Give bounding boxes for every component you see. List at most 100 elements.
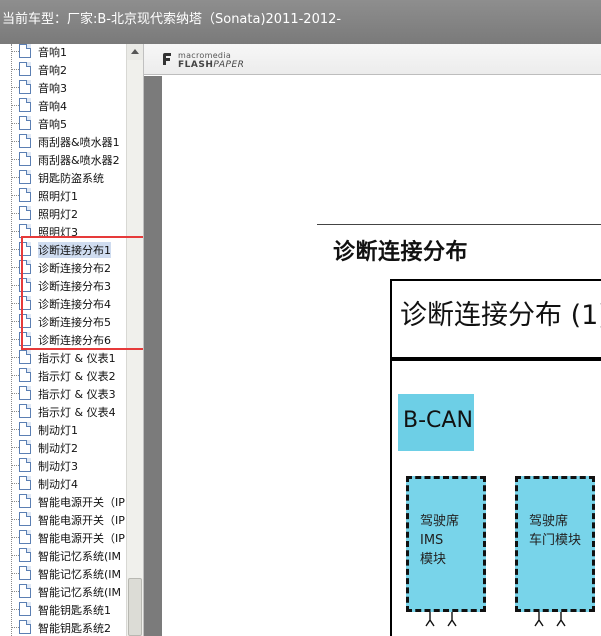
tree-branch-line (12, 537, 19, 538)
document-icon (19, 98, 31, 112)
tree-item[interactable]: 音响1 (0, 44, 126, 60)
tree-item[interactable]: 智能电源开关（IP (0, 492, 126, 510)
document-icon (19, 476, 31, 490)
window-title-bar: 当前车型：厂家:B-北京现代索纳塔（Sonata)2011-2012- (0, 0, 601, 44)
macromedia-label: macromedia (178, 51, 232, 60)
scroll-up-arrow-icon[interactable] (127, 44, 143, 60)
document-icon (19, 224, 31, 238)
module-driver-door: 驾驶席 车门模块 (515, 476, 595, 612)
tree-item[interactable]: 指示灯 & 仪表3 (0, 384, 126, 402)
tree-branch-line (12, 51, 19, 52)
tree-item[interactable]: 诊断连接分布6 (0, 330, 126, 348)
module-line: 车门模块 (529, 533, 582, 548)
tree-item[interactable]: 指示灯 & 仪表4 (0, 402, 126, 420)
document-icon (19, 332, 31, 346)
tree-item-label: 诊断连接分布1 (38, 242, 111, 258)
document-icon (19, 278, 31, 292)
slide-title-rule (392, 357, 601, 361)
tree-item[interactable]: 音响4 (0, 96, 126, 114)
tree-item-label: 智能电源开关（IP (38, 514, 125, 527)
tree-item[interactable]: 音响2 (0, 60, 126, 78)
tree-branch-line (12, 177, 19, 178)
tree-item-label: 指示灯 & 仪表1 (38, 352, 116, 365)
tree-item-label: 音响2 (38, 64, 67, 77)
document-icon (19, 458, 31, 472)
tree-item[interactable]: 音响3 (0, 78, 126, 96)
tree-branch-line (12, 321, 19, 322)
tree-branch-line (12, 411, 19, 412)
tree-branch-line (12, 375, 19, 376)
connector-symbol-icon (425, 612, 457, 627)
tree-item[interactable]: 制动灯4 (0, 474, 126, 492)
connector-symbol-icon (534, 612, 566, 627)
scrollbar-thumb[interactable] (128, 578, 142, 636)
tree-item-label: 制动灯2 (38, 442, 78, 455)
tree-item[interactable]: 制动灯1 (0, 420, 126, 438)
tree-item[interactable]: 钥匙防盗系统 (0, 168, 126, 186)
b-can-label: B-CAN (403, 408, 473, 433)
tree-item-label: 诊断连接分布4 (38, 298, 111, 311)
tree-item[interactable]: 制动灯2 (0, 438, 126, 456)
b-can-bus-box: B-CAN (398, 394, 474, 451)
tree-branch-line (12, 249, 19, 250)
tree-item-label: 智能记忆系统(IM (38, 550, 122, 563)
flashpaper-viewer[interactable]: macromedia FLASHPAPER 诊断连接分布 诊断连接分布 (1) … (143, 44, 601, 636)
viewer-toolbar: macromedia FLASHPAPER (144, 44, 601, 75)
tree-item[interactable]: 智能电源开关（IP (0, 528, 126, 546)
tree-item[interactable]: 指示灯 & 仪表2 (0, 366, 126, 384)
tree-item-label: 诊断连接分布3 (38, 280, 111, 293)
tree-item-label: 智能记忆系统(IM (38, 568, 122, 581)
document-icon (19, 116, 31, 130)
document-icon (19, 548, 31, 562)
flash-word: FLASH (178, 60, 214, 70)
tree-item-label: 智能钥匙系统2 (38, 622, 111, 635)
document-tree[interactable]: 音响1 音响2 音响3 音响4 音响5 雨刮器&喷水器1 雨刮器&喷水器2 钥匙防盗系统 照明灯… (0, 44, 126, 636)
tree-item[interactable]: 智能记忆系统(IM (0, 564, 126, 582)
page-title: 诊断连接分布 (333, 240, 469, 265)
module-line: 驾驶席 (529, 514, 569, 529)
tree-branch-line (12, 231, 19, 232)
tree-branch-line (12, 69, 19, 70)
tree-branch-line (12, 483, 19, 484)
tree-item-label: 照明灯2 (38, 208, 78, 221)
tree-item[interactable]: 智能钥匙系统2 (0, 618, 126, 636)
tree-item[interactable]: 诊断连接分布3 (0, 276, 126, 294)
tree-item[interactable]: 雨刮器&喷水器2 (0, 150, 126, 168)
tree-item[interactable]: 智能钥匙系统1 (0, 600, 126, 618)
tree-item[interactable]: 照明灯1 (0, 186, 126, 204)
document-icon (19, 584, 31, 598)
document-icon (19, 386, 31, 400)
module-line: 模块 (420, 552, 447, 567)
tree-item[interactable]: 制动灯3 (0, 456, 126, 474)
tree-item[interactable]: 雨刮器&喷水器1 (0, 132, 126, 150)
tree-item-label: 诊断连接分布6 (38, 334, 111, 347)
document-icon (19, 494, 31, 508)
tree-item[interactable]: 诊断连接分布2 (0, 258, 126, 276)
tree-item[interactable]: 指示灯 & 仪表1 (0, 348, 126, 366)
document-icon (19, 80, 31, 94)
tree-item[interactable]: 诊断连接分布1 (0, 240, 126, 258)
tree-item[interactable]: 智能记忆系统(IM (0, 546, 126, 564)
document-icon (19, 62, 31, 76)
window-title: 当前车型：厂家:B-北京现代索纳塔（Sonata)2011-2012- (2, 12, 342, 27)
module-driver-ims: 驾驶席 IMS 模块 (406, 476, 486, 612)
tree-item[interactable]: 照明灯2 (0, 204, 126, 222)
document-icon (19, 620, 31, 634)
document-icon (19, 188, 31, 202)
tree-branch-line (12, 303, 19, 304)
tree-item[interactable]: 诊断连接分布4 (0, 294, 126, 312)
tree-branch-line (12, 591, 19, 592)
tree-item[interactable]: 音响5 (0, 114, 126, 132)
tree-scrollbar[interactable] (126, 44, 143, 636)
tree-item[interactable]: 诊断连接分布5 (0, 312, 126, 330)
tree-branch-line (12, 501, 19, 502)
tree-branch-line (12, 267, 19, 268)
document-icon (19, 350, 31, 364)
tree-item[interactable]: 智能记忆系统(IM (0, 582, 126, 600)
tree-item[interactable]: 智能电源开关（IP (0, 510, 126, 528)
module-label: 驾驶席 IMS 模块 (420, 512, 459, 569)
tree-item-label: 音响3 (38, 82, 67, 95)
tree-item[interactable]: 照明灯3 (0, 222, 126, 240)
tree-branch-line (12, 627, 19, 628)
page-header-rule (317, 224, 601, 225)
